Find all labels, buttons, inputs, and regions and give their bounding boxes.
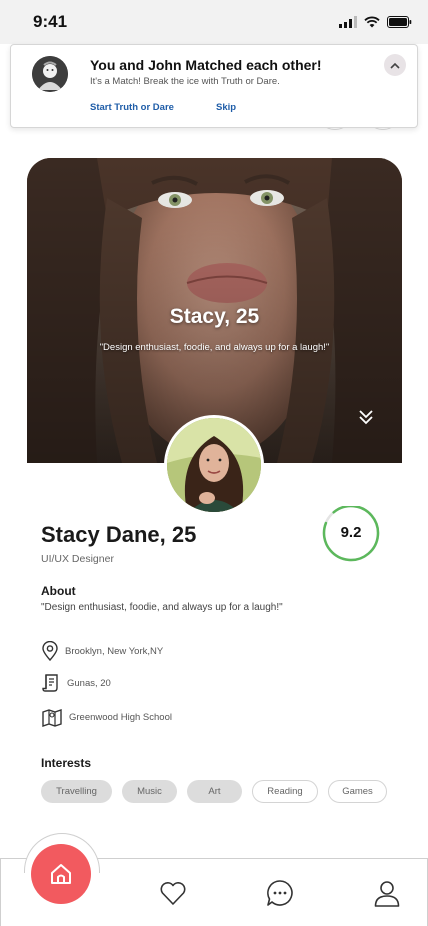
nav-likes-button[interactable] (158, 878, 188, 908)
card-name-age: Stacy, 25 (169, 305, 260, 328)
battery-icon (387, 16, 412, 28)
heart-icon (160, 882, 186, 905)
nav-profile-button[interactable] (372, 878, 402, 908)
profile-name: Stacy Dane, 25 (41, 522, 197, 547)
status-time: 9:41 (33, 12, 68, 31)
cellular-signal-icon (339, 16, 357, 28)
school-text: Greenwood High School (69, 711, 172, 723)
nav-messages-button[interactable] (265, 878, 295, 908)
school-book-icon (42, 709, 62, 727)
interest-chip-music[interactable]: Music (122, 780, 177, 803)
score-value: 9.2 (340, 524, 362, 541)
notification-avatar (32, 56, 68, 92)
interest-chip-games[interactable]: Games (328, 780, 387, 803)
user-icon (374, 881, 400, 907)
chat-bubble-icon (267, 880, 293, 906)
location-pin-icon (42, 641, 58, 661)
nav-home-button[interactable] (31, 844, 91, 904)
notification-title: You and John Matched each other! (90, 57, 322, 73)
scroll-icon (42, 674, 58, 692)
interest-chip-reading[interactable]: Reading (252, 780, 318, 803)
match-notification: You and John Matched each other! It's a … (10, 44, 418, 128)
about-text: "Design enthusiast, foodie, and always u… (41, 602, 283, 613)
chevron-up-icon (390, 62, 400, 69)
interest-chips: Travelling Music Art Reading Games (41, 780, 387, 803)
location-row: Brooklyn, New York,NY (41, 641, 163, 661)
expand-card-button[interactable] (357, 408, 375, 426)
wifi-icon (364, 16, 380, 28)
religion-row: Gunas, 20 (41, 673, 111, 693)
compatibility-score: 9.2 (320, 504, 380, 562)
card-quote: "Design enthusiast, foodie, and always u… (99, 342, 330, 353)
interests-heading: Interests (41, 756, 92, 770)
location-text: Brooklyn, New York,NY (65, 645, 164, 657)
school-row: Greenwood High School (41, 706, 172, 728)
status-icons (339, 16, 412, 28)
chevrons-down-icon (359, 410, 373, 425)
skip-button[interactable]: Skip (216, 102, 236, 113)
collapse-notification-button[interactable] (384, 54, 406, 76)
profile-job-title: UI/UX Designer (41, 553, 114, 565)
interest-chip-art[interactable]: Art (187, 780, 242, 803)
profile-avatar[interactable] (164, 415, 264, 515)
status-bar: 9:41 (0, 0, 428, 44)
religion-text: Gunas, 20 (67, 677, 111, 689)
about-heading: About (41, 584, 76, 598)
notification-subtitle: It's a Match! Break the ice with Truth o… (90, 76, 280, 87)
interest-chip-travelling[interactable]: Travelling (41, 780, 112, 803)
home-icon (51, 864, 71, 884)
start-truth-or-dare-button[interactable]: Start Truth or Dare (90, 102, 174, 113)
